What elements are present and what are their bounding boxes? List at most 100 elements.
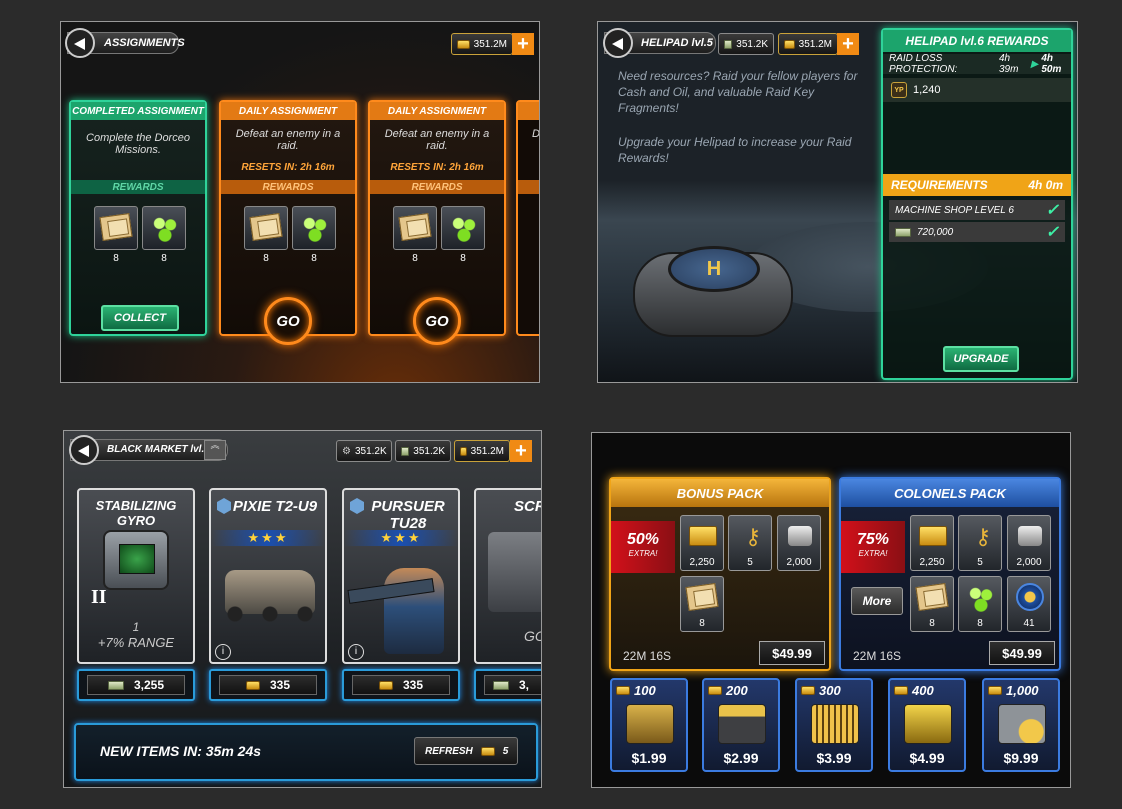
black-market-panel: BLACK MARKET lvl. 7 ︽ ⚙ 351.2K 351.2K 351… (63, 430, 542, 788)
helipad-landing-circle: H (668, 246, 760, 292)
gold-icon (894, 686, 908, 695)
collect-button[interactable]: COLLECT (101, 305, 179, 331)
cash-icon (107, 680, 124, 690)
price-bar[interactable]: 335 (209, 669, 327, 701)
completed-assignment-card: COMPLETED ASSIGNMENT Complete the Dorceo… (69, 100, 207, 336)
more-button[interactable]: More (851, 587, 903, 615)
cash-counter: 351.2K (395, 440, 451, 462)
gold-icon (480, 746, 495, 756)
key-item: ⚷ 5 (958, 515, 1002, 571)
rewards-label: REWARDS (71, 180, 205, 194)
gold-icon (988, 686, 1002, 695)
cash-icon (493, 680, 509, 690)
gold-crate-small-icon (626, 704, 674, 744)
upgrade-button[interactable]: UPGRADE (943, 346, 1019, 372)
gold-offer-400[interactable]: 400 $4.99 (888, 678, 966, 772)
market-item-card[interactable]: PIXIE T2-U9 ★★★ i (209, 488, 327, 664)
helipad-panel: HELIPAD lvl.5 351.2K 351.2M + Need resou… (597, 21, 1078, 383)
partial-market-card[interactable]: SCR GO (474, 488, 541, 664)
rewards-title: HELIPAD lvl.6 REWARDS (883, 30, 1071, 52)
key-icon: ⚷ (975, 524, 992, 549)
parts-icon: ⚙ (342, 445, 351, 457)
gold-truck-icon (904, 704, 952, 744)
reset-timer: RESETS IN: 2h 16m (241, 162, 335, 173)
gold-crate-open-icon (718, 704, 766, 744)
reset-timer: RESETS IN: 2h 16m (390, 162, 484, 173)
bolt-icon (1018, 526, 1042, 546)
item-stat: +7% RANGE (97, 635, 175, 650)
assignment-description: Complete the Dorceo Missions. (86, 132, 190, 156)
gold-offer-100[interactable]: 100 $1.99 (610, 678, 688, 772)
rewards-label: REWARDS (370, 180, 504, 194)
documents-icon (915, 583, 949, 611)
rewards-label: REWARDS (221, 180, 355, 194)
tier-badge: II (91, 586, 107, 608)
collapse-chevron-icon[interactable]: ︽ (204, 440, 226, 460)
medal-icon (1016, 583, 1044, 611)
parts-counter: ⚙ 351.2K (336, 440, 392, 462)
raid-key-reward (94, 206, 138, 250)
price-bar[interactable]: 3,255 (77, 669, 195, 701)
orbs-reward (441, 206, 485, 250)
check-icon: ✓ (1045, 224, 1059, 241)
orbs-reward (142, 206, 186, 250)
market-item-card[interactable]: PURSUER TU28 ★★★ i (342, 488, 460, 664)
requirements-header: REQUIREMENTS 4h 0m (883, 174, 1071, 196)
gold-bars-icon (689, 526, 717, 546)
green-orbs-icon (151, 215, 179, 243)
pack-title: BONUS PACK (611, 479, 829, 507)
pack-price-button[interactable]: $49.99 (989, 641, 1055, 665)
documents-icon (249, 213, 283, 241)
raid-loss-protection: RAID LOSS PROTECTION: 4h 39m ▶ 4h 50m (883, 53, 1071, 75)
go-button[interactable]: GO (413, 297, 461, 345)
item-name: STABILIZING GYRO (95, 498, 177, 528)
rating-stars: ★★★ (344, 530, 458, 546)
item-name: SCR (514, 498, 541, 515)
price-bar[interactable]: 3, (474, 669, 541, 701)
refresh-button[interactable]: REFRESH 5 (414, 737, 518, 765)
bonus-ribbon: 50% EXTRA! (611, 521, 675, 573)
colonels-pack-card[interactable]: COLONELS PACK 75% EXTRA! 2,250 ⚷ 5 2,000 … (839, 477, 1061, 671)
green-orbs-icon (967, 585, 995, 613)
arrow-right-icon: ▶ (1030, 58, 1039, 70)
gold-offer-300[interactable]: 300 $3.99 (795, 678, 873, 772)
cash-icon (724, 39, 733, 49)
gold-icon (378, 680, 393, 690)
requirement-row: 720,000 ✓ (889, 222, 1065, 242)
check-icon: ✓ (1045, 202, 1059, 219)
pack-price-button[interactable]: $49.99 (759, 641, 825, 665)
gold-offer-200[interactable]: 200 $2.99 (702, 678, 780, 772)
add-gold-button[interactable]: + (512, 33, 534, 55)
requirement-row: MACHINE SHOP LEVEL 6 ✓ (889, 200, 1065, 220)
medal-item: 41 (1007, 576, 1051, 632)
market-item-card[interactable]: STABILIZING GYRO II 1 +7% RANGE (77, 488, 195, 664)
back-button[interactable] (603, 28, 633, 58)
bonus-pack-card[interactable]: BONUS PACK 50% EXTRA! 2,250 ⚷ 5 2,000 8 2… (609, 477, 831, 671)
raid-points-icon: YP (891, 82, 907, 98)
price-bar[interactable]: 335 (342, 669, 460, 701)
back-button[interactable] (69, 435, 99, 465)
gold-counter: 351.2M (454, 440, 510, 462)
key-item: ⚷ 5 (728, 515, 772, 571)
key-icon: ⚷ (745, 524, 762, 549)
page-title: ASSIGNMENTS (104, 37, 185, 49)
gold-icon (801, 686, 815, 695)
documents-icon (99, 213, 133, 241)
info-icon[interactable]: i (348, 644, 364, 660)
raid-key-reward (244, 206, 288, 250)
orbs-item: 8 (958, 576, 1002, 632)
back-button[interactable] (65, 28, 95, 58)
info-icon[interactable]: i (215, 644, 231, 660)
gold-icon (457, 39, 470, 49)
raid-keys-item: 8 (910, 576, 954, 632)
gold-icon (784, 39, 795, 49)
add-gold-button[interactable]: + (510, 440, 532, 462)
go-button[interactable]: GO (264, 297, 312, 345)
bolt-icon (788, 526, 812, 546)
add-gold-button[interactable]: + (837, 33, 859, 55)
pack-title: COLONELS PACK (841, 479, 1059, 507)
assignment-description: Defeat an enemy in a raid. (384, 128, 490, 152)
gold-offer-1000[interactable]: 1,000 $9.99 (982, 678, 1060, 772)
pack-timer: 22M 16S (853, 649, 902, 663)
card-header: COMPLETED ASSIGNMENT (71, 102, 205, 120)
